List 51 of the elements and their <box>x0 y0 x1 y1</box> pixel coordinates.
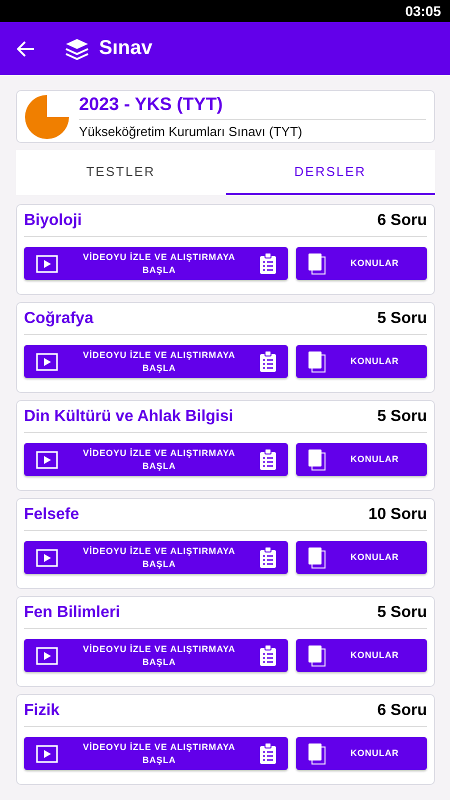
pages-icon <box>308 350 326 372</box>
video-button[interactable]: VİDEOYU İZLE VE ALIŞTIRMAYA BAŞLA <box>24 737 288 770</box>
play-icon <box>36 744 58 762</box>
clipboard-icon <box>260 351 276 372</box>
video-button[interactable]: VİDEOYU İZLE VE ALIŞTIRMAYA BAŞLA <box>24 541 288 574</box>
topics-button[interactable]: KONULAR <box>296 737 427 770</box>
topics-button[interactable]: KONULAR <box>296 639 427 672</box>
question-count: 6 Soru <box>377 702 427 720</box>
screen-title: Sınav <box>99 37 152 60</box>
subject-name: Felsefe <box>24 506 80 524</box>
exam-subtitle: Yükseköğretim Kurumları Sınavı (TYT) <box>79 124 304 140</box>
video-button[interactable]: VİDEOYU İZLE VE ALIŞTIRMAYA BAŞLA <box>24 639 288 672</box>
pages-icon <box>308 448 326 470</box>
subject-name: Coğrafya <box>24 310 94 328</box>
clipboard-icon <box>260 449 276 470</box>
pages-icon <box>308 644 326 666</box>
pages-icon <box>308 252 326 274</box>
clipboard-icon <box>260 743 276 764</box>
status-time: 03:05 <box>405 3 441 19</box>
subject-name: Fen Bilimleri <box>24 604 120 622</box>
clipboard-icon <box>260 645 276 666</box>
clipboard-icon <box>260 253 276 274</box>
subject-name: Fizik <box>24 702 60 720</box>
video-button[interactable]: VİDEOYU İZLE VE ALIŞTIRMAYA BAŞLA <box>24 247 288 280</box>
stack-icon <box>65 38 89 60</box>
play-icon <box>36 254 58 272</box>
pie-icon <box>25 94 69 139</box>
topics-button[interactable]: KONULAR <box>296 345 427 378</box>
question-count: 5 Soru <box>377 408 427 426</box>
question-count: 5 Soru <box>377 310 427 328</box>
tab[interactable]: TESTLER <box>16 150 226 195</box>
clipboard-icon <box>260 547 276 568</box>
topics-button[interactable]: KONULAR <box>296 443 427 476</box>
topics-button[interactable]: KONULAR <box>296 247 427 280</box>
subject-name: Din Kültürü ve Ahlak Bilgisi <box>24 408 234 426</box>
play-icon <box>36 450 58 468</box>
back-arrow-icon[interactable] <box>17 40 35 56</box>
play-icon <box>36 548 58 566</box>
pages-icon <box>308 742 326 764</box>
video-button[interactable]: VİDEOYU İZLE VE ALIŞTIRMAYA BAŞLA <box>24 345 288 378</box>
question-count: 10 Soru <box>368 506 427 524</box>
pages-icon <box>308 546 326 568</box>
topics-button[interactable]: KONULAR <box>296 541 427 574</box>
play-icon <box>36 352 58 370</box>
question-count: 6 Soru <box>377 212 427 230</box>
exam-title: 2023 - YKS (TYT) <box>79 94 426 120</box>
play-icon <box>36 646 58 664</box>
subject-name: Biyoloji <box>24 212 82 230</box>
question-count: 5 Soru <box>377 604 427 622</box>
video-button[interactable]: VİDEOYU İZLE VE ALIŞTIRMAYA BAŞLA <box>24 443 288 476</box>
tab[interactable]: DERSLER <box>226 150 435 195</box>
